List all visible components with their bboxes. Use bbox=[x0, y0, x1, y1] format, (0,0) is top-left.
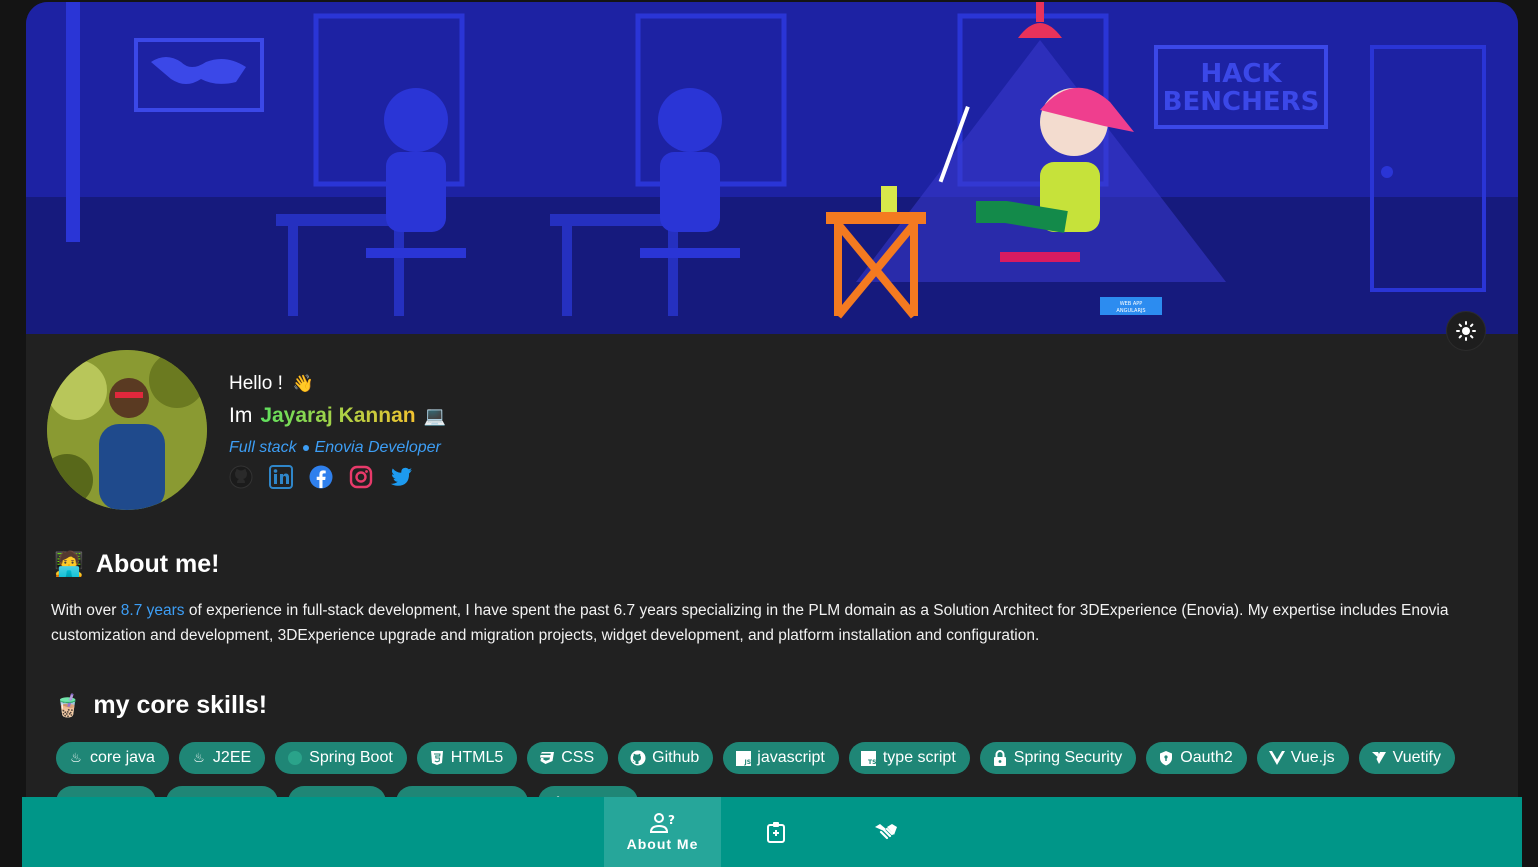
hello-line: Hello ! 👋 bbox=[229, 372, 446, 396]
java-icon: ♨ bbox=[193, 750, 205, 765]
social-links bbox=[229, 465, 446, 489]
javascript-icon: JS bbox=[735, 750, 751, 766]
facebook-icon[interactable] bbox=[309, 465, 333, 489]
about-text-after: of experience in full-stack development,… bbox=[51, 602, 1449, 644]
skill-label: core java bbox=[90, 749, 155, 766]
skill-label: Oauth2 bbox=[1180, 749, 1233, 766]
skills-emoji: 🧋 bbox=[54, 692, 82, 718]
avatar bbox=[47, 350, 207, 510]
profile-name: Jayaraj Kannan bbox=[260, 404, 416, 427]
role-line: Full stack Enovia Developer bbox=[229, 439, 446, 457]
im-text: Im bbox=[229, 404, 253, 427]
skill-chip-j2ee[interactable]: ♨ J2EE bbox=[178, 742, 266, 774]
vuetify-icon bbox=[1371, 750, 1387, 766]
skill-label: Spring Boot bbox=[309, 749, 393, 766]
skill-chip-spring-boot[interactable]: Spring Boot bbox=[275, 742, 407, 774]
svg-text:TS: TS bbox=[868, 759, 876, 766]
skill-label: type script bbox=[882, 749, 956, 766]
skill-chip-vuetify[interactable]: Vuetify bbox=[1358, 742, 1455, 774]
skill-chip-html5[interactable]: HTML5 bbox=[416, 742, 518, 774]
badge-account-icon bbox=[767, 822, 785, 843]
nav-connect[interactable] bbox=[831, 797, 941, 867]
years-highlight: 8.7 years bbox=[120, 602, 185, 619]
wave-emoji: 👋 bbox=[292, 374, 315, 393]
instagram-icon[interactable] bbox=[349, 465, 373, 489]
skill-label: HTML5 bbox=[450, 749, 504, 766]
role-fullstack: Full stack bbox=[229, 439, 297, 456]
nav-about-label: About Me bbox=[626, 836, 699, 852]
svg-text:?: ? bbox=[668, 813, 675, 827]
nav-resume[interactable] bbox=[721, 797, 831, 867]
skill-label: Vuetify bbox=[1392, 749, 1441, 766]
skill-chip-oauth2[interactable]: Oauth2 bbox=[1146, 742, 1247, 774]
hello-text: Hello ! bbox=[229, 373, 283, 394]
skill-chip-vuejs[interactable]: Vue.js bbox=[1256, 742, 1349, 774]
skills-heading: 🧋 my core skills! bbox=[54, 691, 267, 720]
name-line: Im Jayaraj Kannan 💻 bbox=[229, 403, 446, 429]
css-icon bbox=[539, 750, 555, 766]
html5-icon bbox=[429, 750, 445, 766]
account-question-icon: ? bbox=[649, 813, 675, 833]
lock-icon bbox=[992, 750, 1008, 766]
laptop-label2: ANGULARJS bbox=[1116, 308, 1145, 314]
skill-chip-github[interactable]: Github bbox=[618, 742, 714, 774]
github-icon bbox=[630, 750, 646, 766]
skill-label: Github bbox=[652, 749, 700, 766]
skill-chip-css[interactable]: CSS bbox=[527, 742, 609, 774]
banner-illustration: HACK BENCHERS WEB APP ANGULARJS bbox=[26, 2, 1518, 334]
skill-chip-core-java[interactable]: ♨ core java bbox=[56, 742, 169, 774]
linkedin-icon[interactable] bbox=[269, 465, 293, 489]
skill-chip-javascript[interactable]: JS javascript bbox=[723, 742, 839, 774]
theme-toggle-button[interactable] bbox=[1446, 311, 1486, 351]
laptop-emoji: 💻 bbox=[423, 405, 446, 426]
about-paragraph: With over 8.7 years of experience in ful… bbox=[51, 598, 1471, 648]
laptop-label1: WEB APP bbox=[1120, 301, 1143, 307]
banner-sign-line2: BENCHERS bbox=[1163, 87, 1320, 117]
java-icon: ♨ bbox=[70, 750, 82, 765]
bottom-navigation: ? About Me bbox=[22, 797, 1522, 867]
github-icon[interactable] bbox=[229, 465, 253, 489]
sun-icon bbox=[1456, 321, 1476, 341]
skill-label: javascript bbox=[757, 749, 825, 766]
vue-icon bbox=[1268, 750, 1285, 766]
spring-icon bbox=[287, 750, 303, 766]
skill-chip-spring-security[interactable]: Spring Security bbox=[979, 742, 1137, 774]
about-heading: 🧑‍💻 About me! bbox=[54, 550, 220, 579]
skill-label: J2EE bbox=[212, 749, 252, 766]
skill-chip-typescript[interactable]: TS type script bbox=[848, 742, 970, 774]
twitter-icon[interactable] bbox=[389, 465, 413, 489]
typescript-icon: TS bbox=[861, 750, 877, 766]
role-separator bbox=[302, 445, 309, 451]
role-enovia: Enovia Developer bbox=[314, 439, 441, 456]
about-title: About me! bbox=[95, 550, 220, 578]
about-emoji: 🧑‍💻 bbox=[54, 551, 84, 578]
shield-icon bbox=[1158, 750, 1174, 766]
skill-label: CSS bbox=[561, 749, 595, 766]
handshake-icon bbox=[875, 824, 897, 840]
banner-sign-line1: HACK bbox=[1200, 59, 1282, 89]
skill-label: Spring Security bbox=[1013, 749, 1123, 766]
svg-text:JS: JS bbox=[743, 759, 751, 766]
profile-card: HACK BENCHERS WEB APP ANGULARJS Hello ! … bbox=[26, 2, 1518, 867]
skill-label: Vue.js bbox=[1290, 749, 1335, 766]
about-text-before: With over bbox=[51, 602, 121, 619]
skills-title: my core skills! bbox=[93, 691, 268, 719]
nav-about-me[interactable]: ? About Me bbox=[604, 797, 721, 867]
